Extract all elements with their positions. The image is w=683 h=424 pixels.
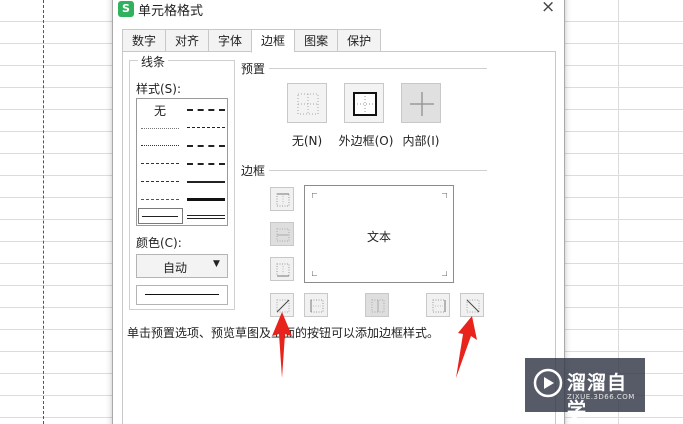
border-left-button[interactable]: [304, 293, 328, 317]
line-style-medium[interactable]: [187, 181, 225, 183]
tab-number[interactable]: 数字: [122, 29, 166, 52]
border-section-rule: [241, 170, 487, 171]
dropdown-arrow-icon: ▼: [213, 259, 220, 269]
preset-inside-icon: [410, 92, 434, 116]
watermark-url: ZIXUE.3D66.COM: [567, 393, 635, 401]
border-right-icon: [432, 299, 446, 313]
watermark: 溜溜自学 ZIXUE.3D66.COM: [525, 358, 645, 421]
preset-outline-button[interactable]: [344, 83, 384, 123]
preset-none-button[interactable]: [287, 83, 327, 123]
app-logo-icon: S: [118, 1, 134, 17]
preset-inside-button[interactable]: [401, 83, 441, 123]
border-right-button[interactable]: [426, 293, 450, 317]
line-style-dotted[interactable]: [141, 145, 179, 146]
line-style-medium-dashed[interactable]: [187, 163, 225, 165]
line-group: 线条 样式(S): 无 颜色(C): 自动 ▼: [129, 53, 235, 310]
line-style-thin-selected[interactable]: [138, 208, 183, 224]
line-style-none[interactable]: 无: [154, 102, 166, 119]
line-style-thin: [142, 216, 178, 217]
watermark-logo-icon: [533, 368, 563, 398]
preview-text: 文本: [366, 230, 391, 244]
preset-section-rule: [241, 68, 487, 69]
border-middle-horizontal-button[interactable]: [270, 222, 294, 246]
line-style-list[interactable]: 无: [136, 98, 228, 226]
border-section-title: 边框: [241, 162, 270, 179]
color-preview: [136, 285, 228, 305]
dialog-title: 单元格格式: [138, 4, 204, 19]
tab-protection[interactable]: 保护: [337, 29, 382, 52]
preset-inside-label: 内部(I): [402, 134, 440, 148]
border-top-icon: [276, 193, 290, 207]
tab-font[interactable]: 字体: [208, 29, 252, 52]
annotation-arrow: [272, 312, 292, 378]
format-cells-dialog: S 单元格格式 × 数字 对齐 字体 边框 图案 保护 线条 样式(S): 无: [112, 0, 565, 424]
preview-corner-mark: [442, 193, 447, 198]
line-style-double[interactable]: [187, 215, 225, 219]
tab-border[interactable]: 边框: [251, 29, 295, 53]
style-label: 样式(S):: [136, 82, 182, 96]
color-dropdown[interactable]: 自动 ▼: [136, 254, 228, 278]
preset-outline-label: 外边框(O): [338, 134, 394, 148]
line-style-medium-dash-dot[interactable]: [187, 145, 225, 147]
page-break-line: [43, 0, 44, 424]
tab-pattern[interactable]: 图案: [294, 29, 338, 52]
border-top-button[interactable]: [270, 187, 294, 211]
tab-bar: 数字 对齐 字体 边框 图案 保护: [122, 29, 382, 53]
line-style-thick[interactable]: [187, 198, 225, 201]
preview-corner-mark: [312, 193, 317, 198]
preset-outline-icon: [353, 92, 377, 116]
color-dropdown-value: 自动: [163, 261, 188, 275]
line-style-dashed[interactable]: [141, 199, 179, 200]
annotation-arrow: [456, 316, 477, 378]
line-style-dash-dot[interactable]: [141, 181, 179, 182]
line-style-hairline[interactable]: [141, 128, 179, 129]
tab-alignment[interactable]: 对齐: [165, 29, 209, 52]
line-style-dash-dot-dot[interactable]: [141, 163, 179, 164]
border-center-vertical-button[interactable]: [365, 293, 389, 317]
preview-corner-mark: [312, 271, 317, 276]
color-preview-line: [145, 294, 219, 295]
preset-section-title: 预置: [241, 60, 270, 77]
line-style-slant-dash-dot[interactable]: [187, 127, 225, 128]
color-label: 颜色(C):: [136, 236, 182, 250]
border-bottom-icon: [276, 263, 290, 277]
border-center-vertical-icon: [371, 299, 385, 313]
preview-corner-mark: [442, 271, 447, 276]
preset-none-icon: [297, 93, 319, 115]
close-icon[interactable]: ×: [541, 0, 555, 17]
line-group-title: 线条: [138, 53, 169, 70]
border-middle-horizontal-icon: [276, 228, 290, 242]
border-left-icon: [310, 299, 324, 313]
border-preview-area[interactable]: 文本: [304, 185, 454, 283]
border-bottom-button[interactable]: [270, 257, 294, 281]
preset-none-label: 无(N): [291, 134, 323, 148]
line-style-medium-dash-dot-dot[interactable]: [187, 109, 225, 111]
dialog-titlebar: S 单元格格式 ×: [113, 0, 564, 21]
